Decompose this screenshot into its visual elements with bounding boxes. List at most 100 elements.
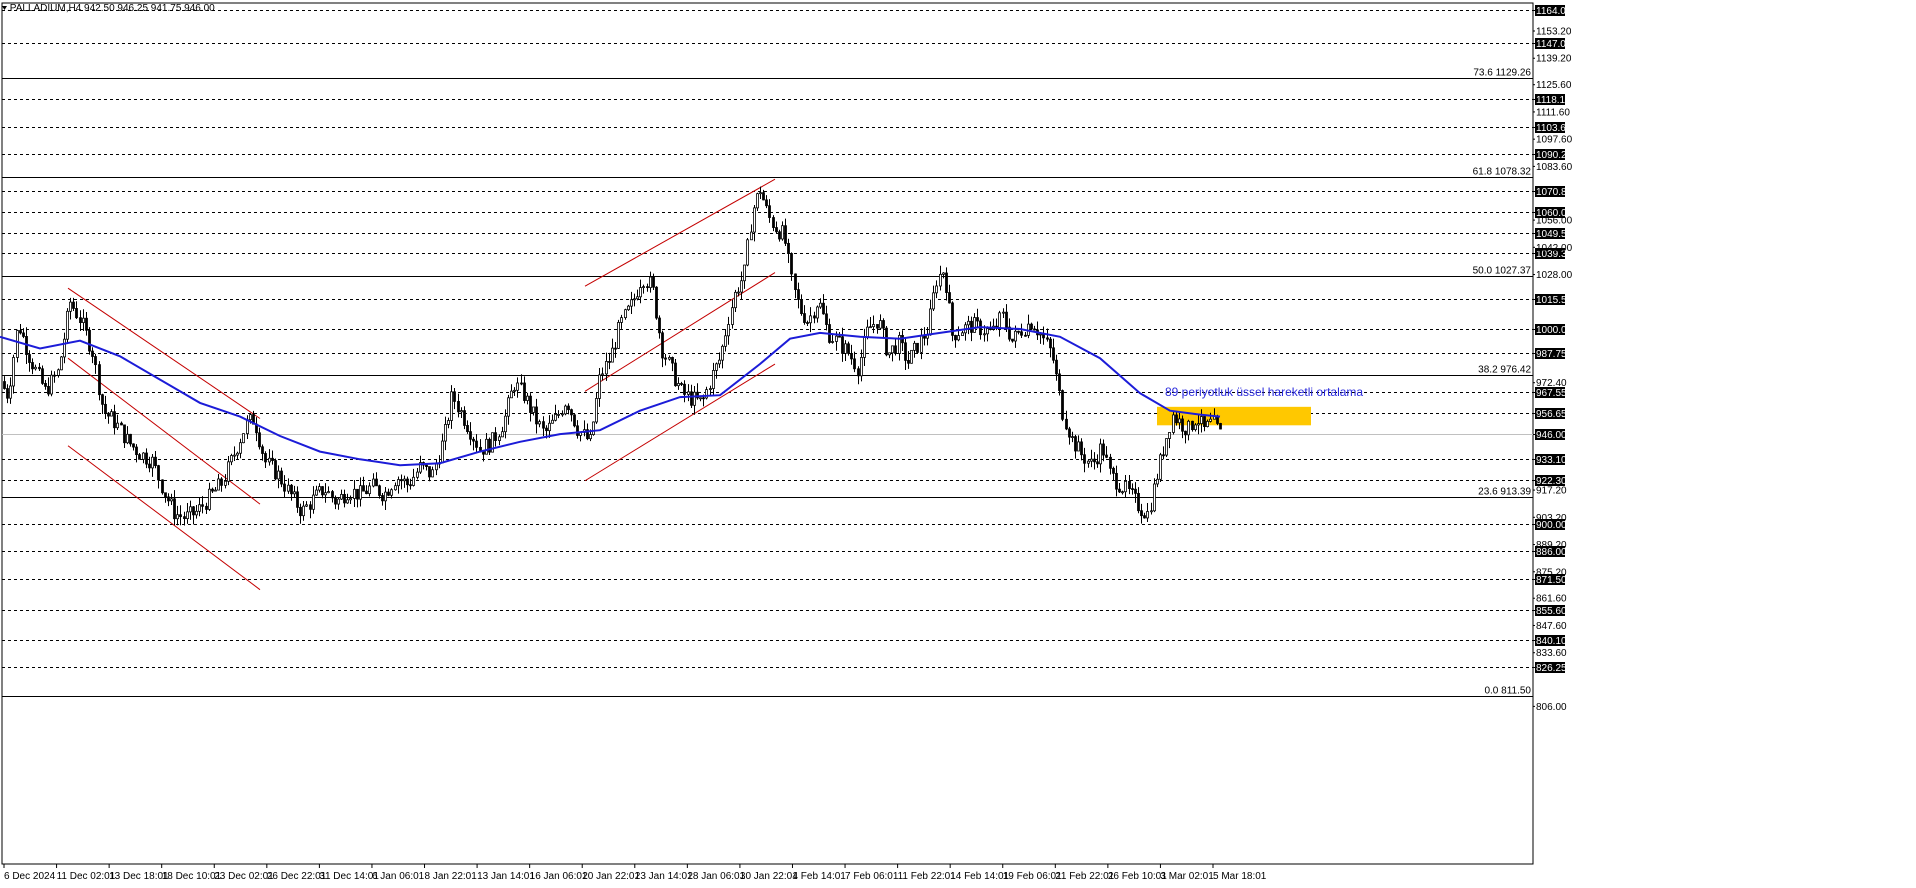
candle-body	[570, 409, 573, 416]
candle-body	[94, 356, 97, 366]
candle-body	[1080, 441, 1083, 456]
candle-body	[1175, 414, 1178, 424]
candle-body	[954, 334, 957, 341]
candle-body	[718, 359, 721, 365]
candle-body	[217, 478, 220, 491]
candle-body	[630, 299, 633, 307]
candle-body	[12, 357, 15, 387]
price-level-label: 1118.10	[1536, 95, 1571, 106]
candle-body	[409, 484, 412, 487]
candle-body	[888, 352, 891, 356]
fib-level-label: 38.2 976.42	[1478, 365, 1531, 376]
candle-body	[790, 253, 793, 275]
candle-body	[400, 479, 403, 482]
candle-body	[727, 324, 730, 337]
x-tick-label: 6 Jan 06:01	[372, 871, 425, 882]
candle-body	[1187, 420, 1190, 436]
candle-body	[624, 309, 627, 319]
candle-body	[356, 488, 359, 500]
candle-body	[504, 415, 507, 433]
candle-body	[872, 324, 875, 328]
candle-body	[397, 479, 400, 487]
x-tick-label: 30 Jan 22:01	[740, 871, 798, 882]
candle-body	[658, 317, 661, 334]
fib-level-label: 61.8 1078.32	[1473, 167, 1532, 178]
candle-body	[831, 341, 834, 343]
candle-body	[63, 338, 66, 358]
candle-body	[161, 479, 164, 494]
candle-body	[91, 350, 94, 357]
y-tick-label: 1028.00	[1536, 270, 1573, 281]
candle-body	[463, 410, 466, 426]
candle-body	[642, 286, 645, 289]
candle-body	[475, 440, 478, 448]
candle-body	[948, 292, 951, 304]
chart-background	[0, 0, 1916, 888]
candle-body	[1165, 438, 1168, 456]
x-tick-label: 5 Mar 18:01	[1213, 871, 1267, 882]
candle-body	[173, 498, 176, 520]
candle-body	[170, 498, 173, 502]
candle-body	[211, 488, 214, 492]
x-tick-label: 21 Feb 22:01	[1055, 871, 1114, 882]
candle-body	[365, 490, 368, 495]
candle-body	[734, 291, 737, 309]
candle-body	[778, 231, 781, 240]
x-tick-label: 7 Feb 06:01	[845, 871, 899, 882]
candle-body	[860, 357, 863, 377]
candle-body	[375, 478, 378, 487]
candle-body	[620, 317, 623, 323]
candle-body	[680, 383, 683, 385]
candle-body	[756, 193, 759, 209]
ema-annotation: 89 periyotluk üssel hareketli ortalama	[1165, 385, 1363, 399]
candle-body	[879, 320, 882, 329]
candle-body	[1074, 436, 1077, 452]
candle-body	[287, 484, 290, 492]
candle-body	[41, 368, 44, 384]
candle-body	[447, 420, 450, 425]
candle-body	[293, 491, 296, 495]
candle-body	[687, 391, 690, 395]
candle-body	[592, 421, 595, 435]
fib-level-label: 23.6 913.39	[1478, 487, 1531, 498]
candle-body	[1005, 311, 1008, 328]
price-level-label: 1147.00	[1536, 39, 1572, 50]
candle-body	[435, 463, 438, 471]
candle-body	[649, 276, 652, 289]
candle-body	[47, 385, 50, 395]
candle-body	[268, 457, 271, 463]
candle-body	[79, 317, 82, 324]
price-level-label: 967.55	[1536, 388, 1567, 399]
candle-body	[913, 342, 916, 351]
candle-body	[523, 382, 526, 401]
candle-body	[1194, 424, 1197, 431]
candle-body	[1216, 416, 1219, 424]
candle-body	[712, 370, 715, 389]
candle-body	[34, 366, 37, 370]
candle-body	[444, 424, 447, 442]
x-tick-label: 14 Feb 14:01	[950, 871, 1009, 882]
candle-body	[176, 514, 179, 520]
candle-body	[819, 302, 822, 308]
candle-body	[349, 498, 352, 501]
candle-body	[450, 391, 453, 421]
candle-body	[970, 320, 973, 333]
candle-body	[362, 485, 365, 492]
candle-body	[976, 317, 979, 322]
candle-body	[1024, 334, 1027, 337]
candle-body	[453, 391, 456, 402]
candle-body	[910, 349, 913, 364]
candle-body	[387, 491, 390, 496]
x-tick-label: 19 Feb 06:01	[1003, 871, 1062, 882]
y-tick-label: 1083.60	[1536, 162, 1573, 173]
candle-body	[1140, 510, 1143, 517]
candle-body	[797, 289, 800, 300]
candle-body	[116, 422, 119, 429]
candle-body	[466, 425, 469, 433]
price-chart[interactable]: 73.6 1129.26 61.8 1078.32 50.0 1027.37 38.2…	[0, 0, 1916, 888]
price-level-label: 946.00	[1536, 430, 1567, 441]
candle-body	[110, 411, 113, 417]
candle-body	[239, 442, 242, 454]
candle-body	[825, 313, 828, 325]
candle-body	[264, 453, 267, 463]
